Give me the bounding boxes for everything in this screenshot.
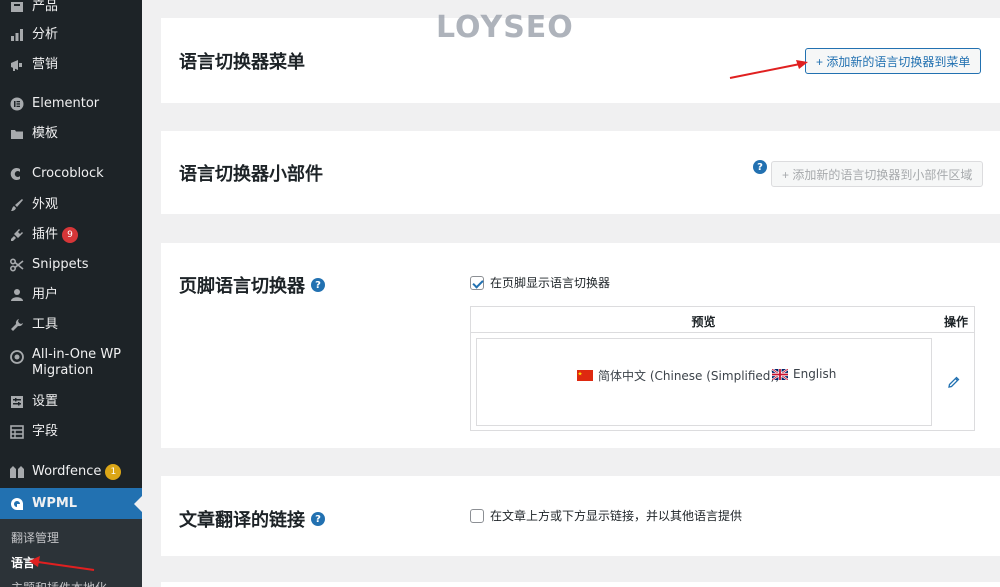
sidebar-item-label: WPML <box>32 495 78 511</box>
sidebar-item-label: Snippets <box>32 257 89 272</box>
china-flag-icon <box>577 370 593 381</box>
language-label: 简体中文 (Chinese (Simplified)) <box>598 369 780 383</box>
sidebar-item-users[interactable]: 用户 <box>0 285 142 305</box>
submenu-item-translation-management[interactable]: 翻译管理 <box>11 529 59 546</box>
sidebar-item-label: Crocoblock <box>32 166 104 181</box>
footer-switcher-checkbox-row[interactable]: 在页脚显示语言切换器 <box>470 274 610 291</box>
sidebar-item-marketing[interactable]: 营销 <box>0 55 142 75</box>
sidebar-item-label: 模板 <box>32 126 59 141</box>
sidebar-item-plugins[interactable]: 插件 9 <box>0 225 142 245</box>
footer-preview-table: 预览 操作 简体中文 (Chinese (Simplified)) Englis… <box>470 306 975 431</box>
paintbrush-icon <box>8 196 26 214</box>
sidebar-item-label: Elementor <box>32 96 100 111</box>
sidebar-item-wpml[interactable]: WPML <box>0 488 142 519</box>
sidebar-item-appearance[interactable]: 外观 <box>0 195 142 215</box>
help-icon[interactable]: ? <box>311 512 325 526</box>
sidebar-item-products[interactable]: 产品 <box>0 0 142 17</box>
footer-switcher-section: 页脚语言切换器 ? 在页脚显示语言切换器 预览 操作 简体中文 (Chinese… <box>161 243 1000 448</box>
main-content: 语言切换器菜单 + 添加新的语言切换器到菜单 语言切换器小部件 ? + 添加新的… <box>142 0 1000 587</box>
switcher-preview-box: 简体中文 (Chinese (Simplified)) English <box>476 338 932 426</box>
wrench-icon <box>8 316 26 334</box>
post-links-checkbox[interactable] <box>470 508 484 523</box>
post-links-checkbox-row[interactable]: 在文章上方或下方显示链接，并以其他语言提供 <box>470 507 742 524</box>
widget-switcher-section: 语言切换器小部件 ? + 添加新的语言切换器到小部件区域 <box>161 131 1000 214</box>
annotation-arrow-sidebar <box>29 556 95 571</box>
folder-icon <box>8 125 26 143</box>
wpml-icon <box>8 495 26 513</box>
plugin-icon <box>8 226 26 244</box>
menu-switcher-title: 语言切换器菜单 <box>179 52 305 73</box>
post-links-title: 文章翻译的链接 <box>179 510 305 531</box>
language-label: English <box>793 367 837 381</box>
archive-icon <box>8 0 26 16</box>
sidebar-item-label-line2: Migration <box>32 363 94 378</box>
megaphone-icon <box>8 56 26 74</box>
wordfence-icon <box>8 463 26 481</box>
current-menu-arrow <box>134 496 142 512</box>
post-links-checkbox-label: 在文章上方或下方显示链接，并以其他语言提供 <box>490 509 743 523</box>
add-menu-switcher-button[interactable]: + 添加新的语言切换器到菜单 <box>805 48 982 74</box>
sidebar-item-settings[interactable]: 设置 <box>0 392 142 412</box>
settings-icon <box>8 393 26 411</box>
widget-switcher-title: 语言切换器小部件 <box>179 164 323 185</box>
crocoblock-icon <box>8 165 26 183</box>
language-english[interactable]: English <box>771 367 837 381</box>
sidebar-item-templates[interactable]: 模板 <box>0 124 142 144</box>
scissors-icon <box>8 256 26 274</box>
submenu-item-theme-plugin-localization[interactable]: 主题和插件本地化 <box>11 579 107 587</box>
sidebar-item-label: All-in-One WP Migration <box>32 347 121 379</box>
actions-column-header: 操作 <box>943 315 968 329</box>
table-icon <box>8 423 26 441</box>
next-section <box>161 582 1000 587</box>
wpml-submenu: 翻译管理 语言 主题和插件本地化 <box>0 519 142 587</box>
migration-icon <box>8 348 26 366</box>
admin-sidebar: 产品 分析 营销 Elementor 模板 Crocoblock 外观 插件 9… <box>0 0 142 587</box>
bar-chart-icon <box>8 26 26 44</box>
watermark: LOYSEO <box>436 10 574 45</box>
sidebar-item-label: 用户 <box>32 287 59 302</box>
help-icon[interactable]: ? <box>753 160 767 174</box>
menu-switcher-section: 语言切换器菜单 + 添加新的语言切换器到菜单 <box>161 18 1000 103</box>
sidebar-item-tools[interactable]: 工具 <box>0 315 142 335</box>
user-icon <box>8 286 26 304</box>
post-links-heading: 文章翻译的链接 ? <box>179 506 325 532</box>
uk-flag-icon <box>771 367 789 381</box>
sidebar-item-label: 设置 <box>32 394 59 409</box>
footer-switcher-checkbox-label: 在页脚显示语言切换器 <box>490 276 611 290</box>
sidebar-item-label: 营销 <box>32 57 59 72</box>
add-widget-switcher-button[interactable]: + 添加新的语言切换器到小部件区域 <box>771 161 984 187</box>
footer-switcher-heading: 页脚语言切换器 ? <box>179 272 325 298</box>
sidebar-item-label: 分析 <box>32 27 59 42</box>
sidebar-item-label: 产品 <box>32 0 59 14</box>
preview-column-header: 预览 <box>691 315 716 329</box>
sidebar-item-wordfence[interactable]: Wordfence 1 <box>0 462 142 482</box>
edit-pencil-icon[interactable] <box>947 375 961 393</box>
sidebar-item-snippets[interactable]: Snippets <box>0 255 142 275</box>
preview-table-header: 预览 操作 <box>471 307 974 333</box>
sidebar-item-label: 外观 <box>32 197 59 212</box>
footer-switcher-checkbox[interactable] <box>470 275 484 290</box>
annotation-arrow-top <box>729 60 808 79</box>
footer-switcher-title: 页脚语言切换器 <box>179 276 305 297</box>
sidebar-item-crocoblock[interactable]: Crocoblock <box>0 164 142 184</box>
help-icon[interactable]: ? <box>311 278 325 292</box>
sidebar-item-fields[interactable]: 字段 <box>0 422 142 442</box>
post-links-section: 文章翻译的链接 ? 在文章上方或下方显示链接，并以其他语言提供 <box>161 476 1000 556</box>
sidebar-item-label: Wordfence <box>32 464 102 479</box>
sidebar-item-label: 插件 <box>32 227 59 242</box>
sidebar-item-label-line1: All-in-One WP <box>32 347 122 362</box>
elementor-icon <box>8 95 26 113</box>
plugins-update-badge: 9 <box>62 227 79 243</box>
sidebar-item-elementor[interactable]: Elementor <box>0 94 142 114</box>
sidebar-item-analytics[interactable]: 分析 <box>0 25 142 45</box>
sidebar-item-label: 工具 <box>32 317 59 332</box>
language-chinese[interactable]: 简体中文 (Chinese (Simplified)) <box>577 367 780 384</box>
sidebar-item-all-in-one-migration[interactable]: All-in-One WP Migration <box>0 347 142 383</box>
sidebar-item-label: 字段 <box>32 424 59 439</box>
wordfence-alert-badge: 1 <box>105 464 122 480</box>
